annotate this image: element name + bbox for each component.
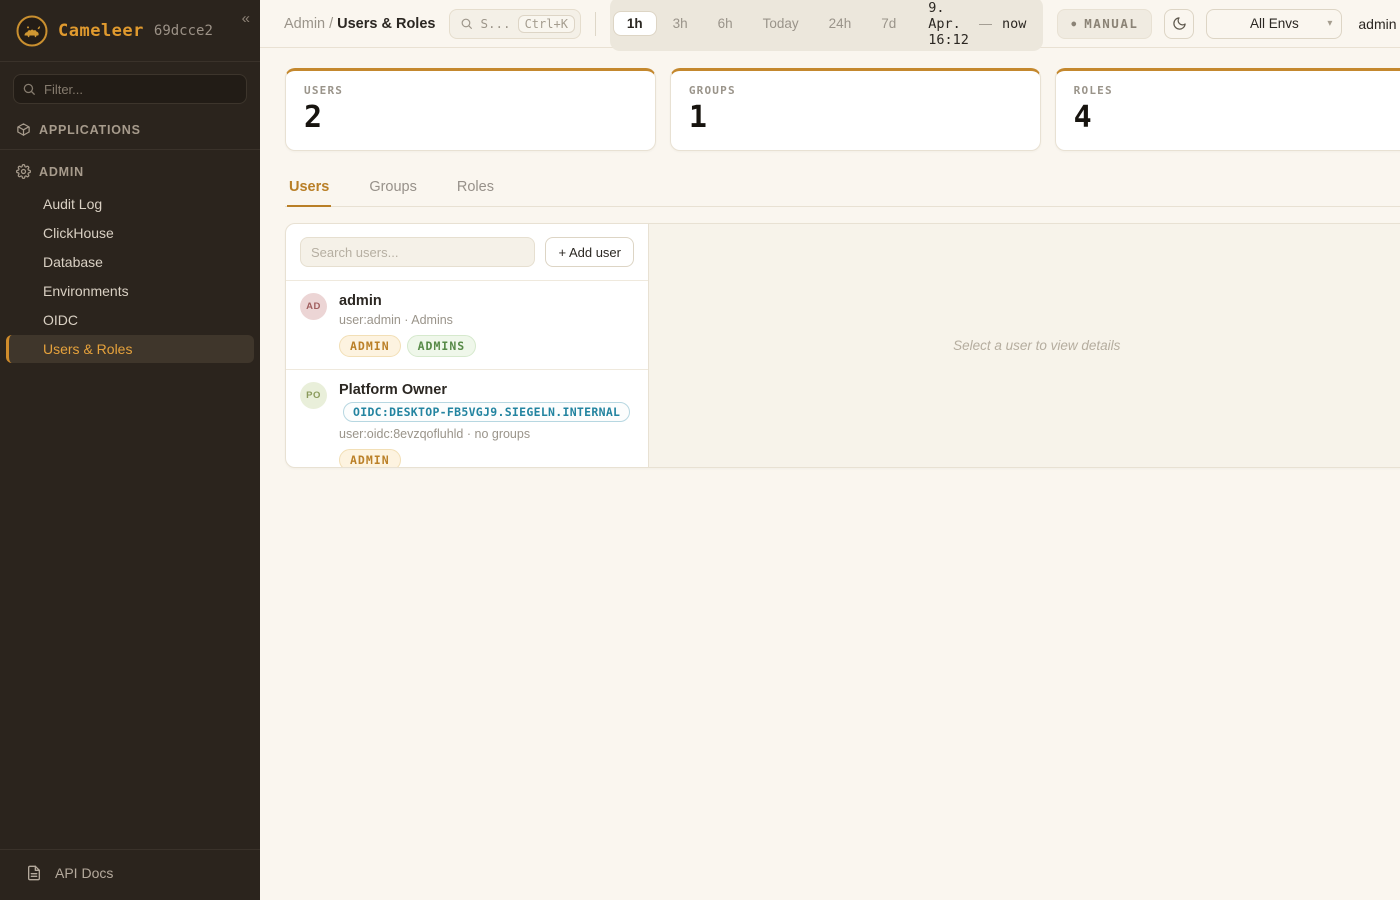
stat-card-roles: ROLES 4 [1055,68,1400,151]
sidebar-divider [0,149,260,150]
stat-card-groups: GROUPS 1 [670,68,1041,151]
content: USERS 2 GROUPS 1 ROLES 4 Users Groups Ro… [260,48,1400,900]
sidebar-item-oidc[interactable]: OIDC [6,306,254,334]
user-info: Platform Owner OIDC:DESKTOP-FB5VGJ9.SIEG… [339,382,630,468]
stat-cards: USERS 2 GROUPS 1 ROLES 4 [285,68,1400,151]
time-range-control: 1h 3h 6h Today 24h 7d 9. Apr. 16:12 — no… [610,0,1044,51]
breadcrumb: Admin/Users & Roles [284,16,435,32]
stat-value: 2 [304,101,637,134]
sidebar-filter-input[interactable] [13,74,247,104]
main-area: Admin/Users & Roles S... Ctrl+K 1h 3h 6h… [260,0,1400,900]
sidebar-item-database[interactable]: Database [6,248,254,276]
user-detail-pane: Select a user to view details [649,224,1400,467]
section-label: ADMIN [39,165,84,179]
sidebar-item-audit-log[interactable]: Audit Log [6,190,254,218]
topbar-right-group: ● MANUAL All Envs ▾ admin AD [1057,9,1400,39]
sidebar-section-admin[interactable]: ADMIN [0,152,260,189]
theme-toggle-button[interactable] [1164,9,1194,39]
user-name: admin [339,293,476,309]
group-badge-admins: ADMINS [407,335,477,357]
sidebar-filter [13,74,247,104]
camel-coin-logo-icon [16,15,48,47]
time-range-7d[interactable]: 7d [867,11,910,36]
stat-label: ROLES [1074,84,1400,97]
gear-icon [16,164,31,179]
sidebar-section-applications[interactable]: APPLICATIONS [0,110,260,147]
document-icon [26,865,42,881]
chevron-down-icon: ▾ [1327,18,1332,29]
stat-value: 1 [689,101,1022,134]
time-range-3h[interactable]: 3h [659,11,702,36]
role-badge-admin: ADMIN [339,335,401,357]
breadcrumb-current: Users & Roles [337,16,435,32]
current-user-name: admin [1358,16,1396,32]
app-name: Cameleer [58,21,144,41]
environment-select-value: All Envs [1207,16,1341,31]
stat-value: 4 [1074,101,1400,134]
admin-nav: Audit Log ClickHouse Database Environmen… [0,190,260,363]
stat-card-users: USERS 2 [285,68,656,151]
users-panel: + Add user AD admin user:admin · Admins … [285,223,1400,468]
user-list-column: + Add user AD admin user:admin · Admins … [286,224,649,467]
search-icon [22,82,36,96]
tab-bar: Users Groups Roles [285,173,1400,207]
time-from[interactable]: 9. Apr. 16:12 [912,0,977,48]
user-list-item-admin[interactable]: AD admin user:admin · Admins ADMIN ADMIN… [286,281,648,369]
badge-row: ADMIN [339,449,630,468]
time-separator: — [979,16,992,31]
role-badge-admin: ADMIN [339,449,401,468]
avatar: AD [300,293,327,320]
tab-roles[interactable]: Roles [455,173,496,207]
cube-icon [16,122,31,137]
oidc-provider-badge: OIDC:DESKTOP-FB5VGJ9.SIEGELN.INTERNAL [343,402,630,422]
breadcrumb-parent[interactable]: Admin [284,16,325,32]
status-dot-icon: ● [1071,19,1076,28]
search-icon [460,17,473,30]
user-meta: user:oidc:8evzqofluhld · no groups [339,427,630,441]
user-list-item-platform-owner[interactable]: PO Platform Owner OIDC:DESKTOP-FB5VGJ9.S… [286,369,648,468]
user-info: admin user:admin · Admins ADMIN ADMINS [339,293,476,357]
section-label: APPLICATIONS [39,123,141,137]
time-to[interactable]: now [994,16,1040,32]
tab-groups[interactable]: Groups [367,173,419,207]
global-search-text: S... [480,16,510,31]
user-meta: user:admin · Admins [339,313,476,327]
sidebar-item-clickhouse[interactable]: ClickHouse [6,219,254,247]
user-list-toolbar: + Add user [286,224,648,281]
moon-icon [1172,16,1187,31]
api-docs-link[interactable]: API Docs [0,849,260,900]
stat-label: GROUPS [689,84,1022,97]
time-range-1h[interactable]: 1h [613,11,657,36]
topbar-divider [595,12,596,36]
refresh-mode-badge[interactable]: ● MANUAL [1057,9,1152,39]
api-docs-label: API Docs [55,865,113,881]
time-range-6h[interactable]: 6h [704,11,747,36]
time-range-today[interactable]: Today [749,11,813,36]
sidebar-collapse-icon[interactable]: « [242,10,250,27]
search-shortcut-kbd: Ctrl+K [518,15,575,33]
sidebar: Cameleer 69dcce2 « APPLICATIONS ADMIN Au… [0,0,260,900]
search-users-input[interactable] [300,237,535,267]
environment-select[interactable]: All Envs ▾ [1206,9,1342,39]
detail-placeholder-text: Select a user to view details [953,338,1120,353]
global-search[interactable]: S... Ctrl+K [449,9,580,39]
sidebar-item-environments[interactable]: Environments [6,277,254,305]
topbar: Admin/Users & Roles S... Ctrl+K 1h 3h 6h… [260,0,1400,48]
refresh-mode-label: MANUAL [1084,16,1138,31]
badge-row: ADMIN ADMINS [339,335,476,357]
logo-row: Cameleer 69dcce2 « [0,0,260,62]
user-name: Platform Owner [339,382,630,398]
time-range-24h[interactable]: 24h [815,11,866,36]
avatar: PO [300,382,327,409]
app-version: 69dcce2 [154,23,213,39]
tab-users[interactable]: Users [287,173,331,207]
stat-label: USERS [304,84,637,97]
add-user-button[interactable]: + Add user [545,237,634,267]
breadcrumb-separator: / [329,16,333,32]
sidebar-item-users-roles[interactable]: Users & Roles [6,335,254,363]
